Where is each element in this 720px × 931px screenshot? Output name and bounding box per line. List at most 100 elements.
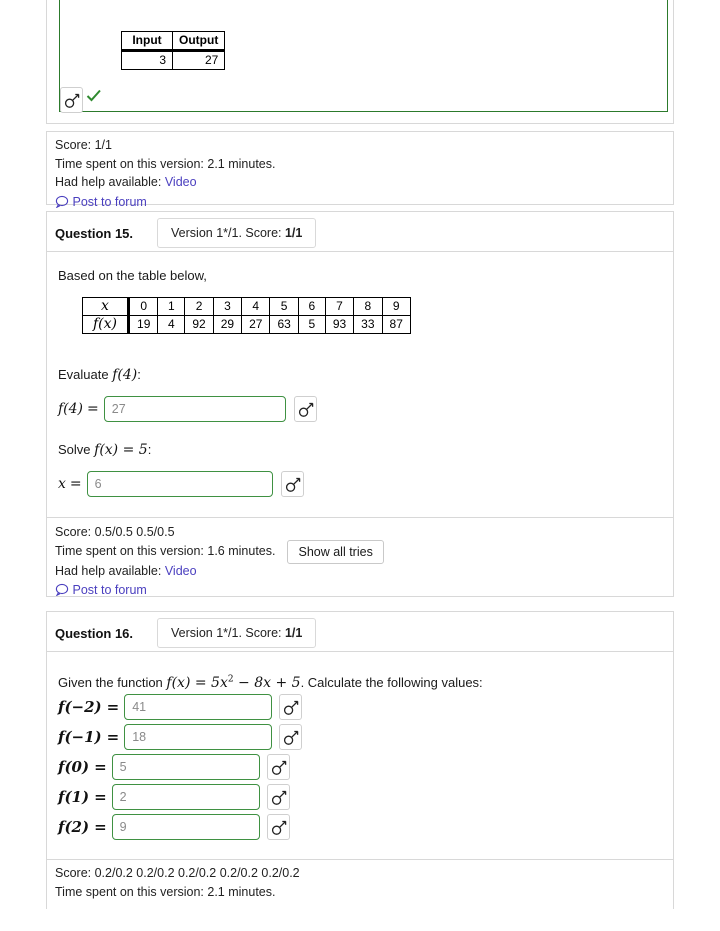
part-a-answer-label: f(4) — [58, 401, 84, 417]
fx-cell-6: 5 — [297, 315, 326, 334]
key-icon[interactable] — [279, 694, 303, 720]
part-a-prompt-math: f(4) — [112, 367, 138, 383]
question-16-feedback-panel: Score: 0.2/0.2 0.2/0.2 0.2/0.2 0.2/0.2 0… — [46, 859, 674, 909]
key-glyph — [284, 730, 299, 745]
x-cell-9: 9 — [381, 297, 411, 316]
fx-cell-2: 92 — [184, 315, 214, 334]
table-row: 3 27 — [121, 50, 226, 70]
key-icon[interactable] — [266, 754, 290, 780]
q16-label-2: f(0) — [58, 758, 90, 776]
help-available-row: Had help available: Video — [55, 562, 384, 581]
x-cell-5: 5 — [269, 297, 299, 316]
key-icon[interactable] — [266, 814, 290, 840]
io-cell-output: 27 — [171, 50, 226, 70]
q16-answer-row-1: f(−1) = — [58, 724, 303, 750]
io-cell-input: 3 — [121, 50, 173, 70]
answer-input-x[interactable] — [86, 471, 273, 497]
key-icon[interactable] — [266, 784, 290, 810]
time-spent-row: Time spent on this version: 1.6 minutes.… — [55, 539, 384, 564]
x-cell-4: 4 — [241, 297, 271, 316]
part-a-equals: = — [87, 401, 99, 417]
answer-input-f-neg2[interactable] — [124, 694, 273, 720]
part-a-prompt-pre: Evaluate — [58, 367, 113, 382]
input-output-table: Input Output 3 27 — [121, 31, 226, 70]
key-glyph — [271, 760, 286, 775]
row-label-fx: f(x) — [81, 315, 131, 334]
question-15-label: Question 15. — [55, 225, 134, 241]
question-15-header-panel: Question 15. Version 1*/1. Score: 1/1 — [46, 211, 674, 252]
q16-prompt-post: . Calculate the following values: — [300, 675, 483, 690]
video-help-link[interactable]: Video — [165, 175, 197, 189]
part-b-prompt-pre: Solve — [58, 442, 95, 457]
fx-cell-5: 63 — [269, 315, 299, 334]
help-available-row: Had help available: Video — [55, 173, 275, 192]
question-16-header-panel: Question 16. Version 1*/1. Score: 1/1 — [46, 611, 674, 652]
part-b-prompt-math: f(x) = 5 — [94, 442, 148, 458]
x-cell-0: 0 — [128, 297, 159, 316]
show-all-tries-button[interactable]: Show all tries — [287, 539, 384, 564]
x-cell-6: 6 — [297, 297, 326, 316]
post-to-forum-row[interactable]: Post to forum — [55, 193, 275, 214]
question-15-feedback-panel: Score: 0.5/0.5 0.5/0.5 Time spent on thi… — [46, 517, 674, 597]
part-b-equals: = — [69, 476, 82, 492]
io-header-input: Input — [121, 31, 173, 52]
score-text: Score: 0.5/0.5 0.5/0.5 — [55, 525, 175, 539]
post-to-forum-link[interactable]: Post to forum — [72, 195, 146, 209]
answer-input-f4[interactable] — [103, 396, 286, 422]
question-16-prompt: Given the function f(x) = 5x2 − 8x + 5. … — [58, 674, 483, 692]
key-icon[interactable] — [293, 396, 317, 422]
key-glyph — [64, 93, 80, 108]
answer-input-f-neg1[interactable] — [124, 724, 273, 750]
score-text: Score: 0.2/0.2 0.2/0.2 0.2/0.2 0.2/0.2 0… — [55, 866, 300, 880]
q16-label-0: f(−2) — [58, 698, 102, 716]
part-b-prompt-post: : — [147, 442, 152, 457]
assignment-page: Input Output 3 27 Score: 1/1 Time spent … — [0, 0, 720, 931]
q16-equals-4: = — [94, 818, 107, 836]
io-header-output: Output — [171, 31, 226, 52]
q16-answer-row-0: f(−2) = — [58, 694, 303, 720]
key-glyph — [271, 820, 286, 835]
post-to-forum-link[interactable]: Post to forum — [72, 583, 146, 597]
help-available-label: Had help available: — [55, 563, 162, 578]
time-spent-text: Time spent on this version: 1.6 minutes. — [55, 544, 276, 559]
video-help-link[interactable]: Video — [165, 564, 197, 578]
row-label-x: x — [81, 297, 131, 316]
key-glyph — [271, 790, 286, 805]
function-values-table: x 0 1 2 3 4 5 6 7 8 9 f(x) 19 4 92 29 27… — [81, 297, 411, 334]
x-cell-2: 2 — [184, 297, 214, 316]
question-15-version-button[interactable]: Version 1*/1. Score: 1/1 — [157, 218, 317, 248]
question-15-part-a-prompt: Evaluate f(4): — [58, 366, 141, 384]
version-prefix: Version 1*/1. Score: — [171, 226, 285, 240]
table-row-fx: f(x) 19 4 92 29 27 63 5 93 33 87 — [81, 315, 411, 334]
question-15-part-b-answer-row: x = — [58, 471, 304, 497]
fx-cell-0: 19 — [128, 315, 159, 334]
question-15-part-a-answer-row: f(4) = — [58, 396, 317, 422]
q16-answer-row-3: f(1) = — [58, 784, 290, 810]
part-b-answer-label: x — [58, 476, 66, 492]
fx-cell-9: 87 — [381, 315, 411, 334]
score-text: Score: 1/1 — [55, 138, 112, 152]
checkmark-icon — [86, 88, 102, 106]
answer-input-f-2[interactable] — [111, 814, 260, 840]
version-score: 1/1 — [284, 626, 303, 640]
help-available-label: Had help available: — [55, 175, 162, 189]
answer-input-f-0[interactable] — [111, 754, 260, 780]
key-glyph — [285, 477, 300, 492]
fx-cell-3: 29 — [212, 315, 243, 334]
q16-answer-row-2: f(0) = — [58, 754, 290, 780]
table-row-x: x 0 1 2 3 4 5 6 7 8 9 — [81, 297, 411, 316]
question-16-version-button[interactable]: Version 1*/1. Score: 1/1 — [157, 618, 317, 648]
post-to-forum-row[interactable]: Post to forum — [55, 581, 384, 602]
q16-equals-2: = — [94, 758, 107, 776]
version-prefix: Version 1*/1. Score: — [171, 626, 285, 640]
question-14-feedback-panel: Score: 1/1 Time spent on this version: 2… — [46, 131, 674, 209]
version-score: 1/1 — [284, 226, 303, 240]
question-15-prompt: Based on the table below, — [58, 268, 207, 283]
part-a-prompt-post: : — [137, 367, 141, 382]
key-icon[interactable] — [60, 87, 83, 113]
key-glyph — [298, 402, 314, 417]
key-icon[interactable] — [279, 724, 303, 750]
key-icon[interactable] — [280, 471, 304, 497]
q16-label-4: f(2) — [58, 818, 90, 836]
answer-input-f-1[interactable] — [111, 784, 260, 810]
